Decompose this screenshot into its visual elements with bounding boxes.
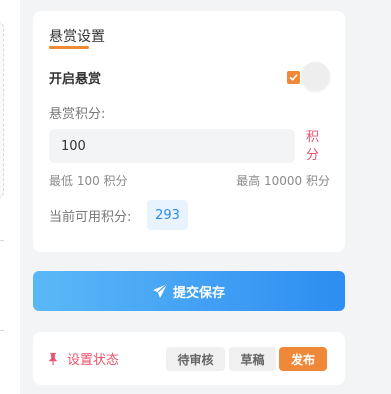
submit-label: 提交保存 bbox=[172, 285, 225, 301]
min-points-hint: 最低 100 积分 bbox=[49, 174, 128, 188]
points-input[interactable] bbox=[49, 129, 295, 163]
left-panel bbox=[0, 0, 20, 394]
check-icon bbox=[289, 74, 298, 81]
status-header: 设置状态 bbox=[47, 349, 119, 368]
status-pending-button[interactable]: 待审核 bbox=[166, 347, 225, 371]
enable-bounty-label: 开启悬赏 bbox=[49, 72, 102, 87]
available-points-label: 当前可用积分: bbox=[49, 210, 132, 225]
submit-save-button[interactable]: 提交保存 bbox=[33, 271, 345, 311]
left-divider bbox=[0, 240, 4, 241]
left-divider bbox=[0, 330, 4, 331]
bounty-settings-card: 悬赏设置 开启悬赏 悬赏积分: 积分 最低 100 积分 最高 10000 积分… bbox=[33, 11, 345, 252]
points-unit: 积分 bbox=[306, 130, 320, 163]
card-title: 悬赏设置 bbox=[49, 29, 105, 45]
max-points-hint: 最高 10000 积分 bbox=[236, 174, 330, 188]
status-draft-button[interactable]: 草稿 bbox=[229, 347, 276, 371]
page: 悬赏设置 开启悬赏 悬赏积分: 积分 最低 100 积分 最高 10000 积分… bbox=[0, 0, 391, 394]
left-upload-area[interactable] bbox=[0, 22, 4, 198]
pin-icon bbox=[49, 352, 57, 365]
title-underline bbox=[49, 46, 89, 49]
paper-plane-icon bbox=[153, 284, 167, 298]
enable-bounty-checkbox[interactable] bbox=[287, 71, 300, 84]
status-card: 设置状态 待审核 草稿 发布 bbox=[33, 332, 345, 385]
status-label: 设置状态 bbox=[67, 353, 120, 368]
points-label: 悬赏积分: bbox=[49, 107, 106, 122]
available-points-value: 293 bbox=[147, 200, 188, 230]
enable-bounty-toggle[interactable] bbox=[301, 62, 330, 91]
status-publish-button[interactable]: 发布 bbox=[279, 347, 327, 371]
